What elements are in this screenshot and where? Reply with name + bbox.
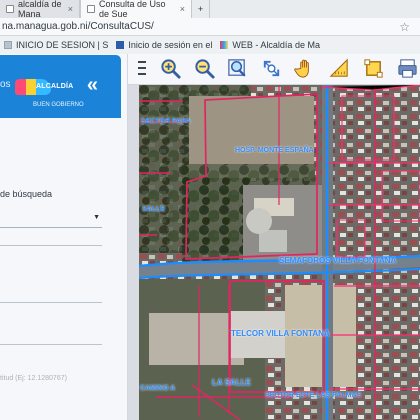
area-icon[interactable] (361, 56, 385, 80)
z-icon (116, 41, 125, 49)
zoom-box-icon[interactable] (225, 56, 249, 80)
coordinate-placeholder: titud (Ej: 12.1280767) (0, 375, 67, 382)
logo-subtitle: BUEN GOBIERNO (33, 102, 84, 108)
tab-label: Consulta de Uso de Sue (99, 0, 166, 19)
pan-hand-icon[interactable] (293, 56, 317, 80)
left-panel: os ALCALDÍA BUEN GOBIERNO « de búsqueda … (0, 54, 128, 420)
map-label: SALLE (142, 206, 165, 213)
zoom-out-icon[interactable] (192, 56, 216, 80)
menu-icon[interactable] (138, 61, 146, 75)
url-text[interactable]: na.managua.gob.ni/ConsultaCUS/ (2, 21, 154, 32)
bookmark-label: Inicio de sesión en el (128, 40, 213, 50)
collapse-panel-button[interactable]: « (87, 75, 98, 95)
tab-strip: alcaldía de Mana × Consulta de Uso de Su… (0, 0, 420, 19)
logo-text: ALCALDÍA (36, 83, 74, 90)
map-label: SECTOR PAPA (141, 118, 191, 125)
bookmark-star-icon[interactable]: ☆ (399, 20, 410, 34)
search-type-select[interactable]: ▼ (0, 209, 102, 228)
bookmark-label: INICIO DE SESION | S (16, 40, 109, 50)
map-label: TELCOR VILLA FONTANA (231, 329, 330, 338)
extent-icon[interactable] (259, 56, 283, 80)
satellite-map (139, 85, 420, 420)
search-label: de búsqueda (0, 189, 53, 199)
panel-header: os ALCALDÍA BUEN GOBIERNO « (0, 55, 121, 118)
header-text: os (0, 79, 11, 90)
browser-chrome: alcaldía de Mana × Consulta de Uso de Su… (0, 0, 420, 54)
print-icon[interactable] (395, 56, 419, 80)
bookmark-label: WEB - Alcaldía de Ma (232, 40, 320, 50)
address-bar[interactable]: na.managua.gob.ni/ConsultaCUS/ ☆ (0, 18, 420, 36)
new-tab-button[interactable]: + (192, 0, 210, 18)
chevron-down-icon: ▼ (93, 214, 100, 221)
tab-label: alcaldía de Mana (18, 0, 62, 19)
map-canvas[interactable]: SECTOR PAPA HOSP. MONTE ESPAÑA SALLE SEM… (139, 85, 420, 420)
tab-favicon (6, 5, 14, 13)
bookmarks-bar: INICIO DE SESION | S Inicio de sesión en… (0, 36, 420, 54)
latitude-field[interactable] (0, 302, 102, 303)
bookmark-item[interactable]: Inicio de sesión en el (116, 40, 212, 50)
page-icon (4, 41, 12, 49)
web-icon (220, 41, 229, 49)
map-label: SECTOR ESTE LAS PALMAS (265, 392, 362, 399)
tab-consulta[interactable]: Consulta de Uso de Sue × (80, 0, 192, 19)
search-field[interactable] (0, 245, 102, 246)
map-label: CAMINO A (140, 385, 176, 392)
document-icon (87, 5, 95, 13)
close-icon[interactable]: × (180, 4, 185, 14)
longitude-field[interactable] (0, 344, 102, 345)
bookmark-item[interactable]: WEB - Alcaldía de Ma (220, 40, 320, 50)
bookmark-item[interactable]: INICIO DE SESION | S (4, 40, 108, 50)
measure-icon[interactable] (327, 56, 351, 80)
map-label: LA SALLE (212, 378, 251, 387)
zoom-in-icon[interactable] (158, 56, 182, 80)
tab-alcaldia[interactable]: alcaldía de Mana × (0, 0, 80, 19)
map-label: HOSP. MONTE ESPAÑA (235, 147, 314, 154)
map-toolbar (128, 54, 420, 85)
close-icon[interactable]: × (68, 4, 73, 14)
map-label: SEMAFOROS VILLA FONTANA (279, 256, 397, 265)
